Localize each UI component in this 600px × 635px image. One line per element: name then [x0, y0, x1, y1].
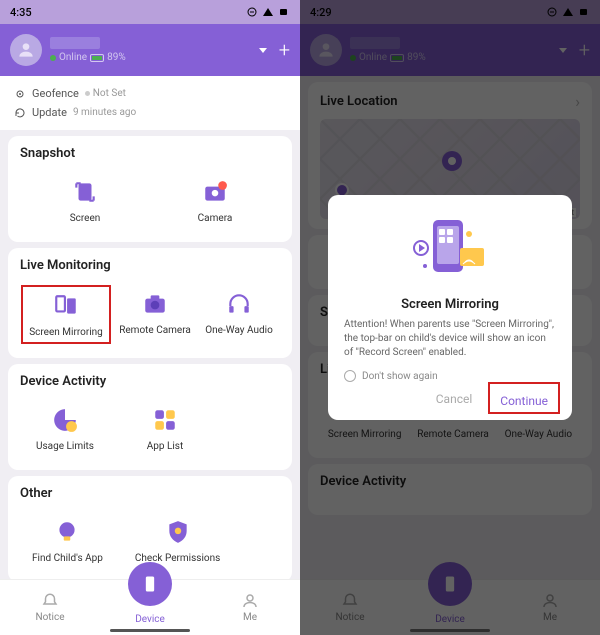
nav-notice-label: Notice	[35, 612, 64, 623]
app-list-label: App List	[147, 441, 183, 452]
nav-me-label: Me	[243, 612, 257, 623]
child-name-placeholder	[50, 37, 100, 49]
activity-title: Device Activity	[20, 374, 280, 389]
geofence-row[interactable]: Geofence Not Set	[14, 84, 286, 103]
app-list-icon	[150, 405, 180, 435]
dialog-actions: Cancel Continue	[344, 392, 556, 410]
live-monitoring-section: Live Monitoring Screen Mirroring Remote …	[8, 248, 292, 358]
geofence-value: Not Set	[85, 88, 126, 99]
header-info: Online 89%	[50, 37, 259, 63]
usage-limits-label: Usage Limits	[36, 441, 94, 452]
header-status: Online 89%	[50, 52, 259, 63]
remote-camera[interactable]: Remote Camera	[113, 285, 197, 344]
screen-mirroring-label: Screen Mirroring	[29, 327, 103, 338]
camera-icon	[200, 177, 230, 207]
live-title: Live Monitoring	[20, 258, 280, 273]
geofence-label: Geofence	[32, 87, 79, 100]
other-title: Other	[20, 486, 280, 501]
dialog-title: Screen Mirroring	[344, 297, 556, 312]
scroll-content[interactable]: Geofence Not Set Update 9 minutes ago Sn…	[0, 76, 300, 635]
nav-notice[interactable]: Notice	[0, 580, 100, 635]
dont-show-label: Don't show again	[362, 371, 438, 382]
snapshot-title: Snapshot	[20, 146, 280, 161]
check-permissions[interactable]: Check Permissions	[129, 513, 226, 568]
chevron-down-icon[interactable]	[259, 48, 267, 53]
shield-icon	[163, 517, 193, 547]
screen-mirroring-dialog: Screen Mirroring Attention! When parents…	[328, 195, 572, 420]
screen-mirroring[interactable]: Screen Mirroring	[21, 285, 111, 344]
snapshot-camera[interactable]: Camera	[180, 173, 250, 228]
dont-show-again[interactable]: Don't show again	[344, 370, 556, 382]
online-dot-icon	[50, 55, 56, 61]
status-bar: 4:35	[0, 0, 300, 24]
radio-icon	[344, 370, 356, 382]
nav-me[interactable]: Me	[200, 580, 300, 635]
update-row[interactable]: Update 9 minutes ago	[14, 103, 286, 122]
snapshot-camera-label: Camera	[198, 213, 233, 224]
headphone-icon	[224, 289, 254, 319]
device-activity-section: Device Activity Usage Limits App List	[8, 364, 292, 470]
remote-camera-label: Remote Camera	[119, 325, 191, 336]
snapshot-screen[interactable]: Screen	[50, 173, 120, 228]
device-status-section: Geofence Not Set Update 9 minutes ago	[0, 76, 300, 130]
battery-pct: 89%	[107, 52, 126, 63]
find-childs-app-label: Find Child's App	[32, 553, 103, 564]
dialog-body: Attention! When parents use "Screen Mirr…	[344, 318, 556, 360]
cancel-button[interactable]: Cancel	[436, 392, 473, 410]
bulb-icon	[52, 517, 82, 547]
online-text: Online	[59, 52, 87, 63]
avatar[interactable]	[10, 34, 42, 66]
snapshot-screen-label: Screen	[70, 213, 101, 224]
one-way-audio-label: One-Way Audio	[205, 325, 273, 336]
remote-camera-icon	[140, 289, 170, 319]
continue-highlight: Continue	[488, 382, 560, 414]
add-button[interactable]: +	[279, 38, 290, 62]
bottom-nav: Notice Device Me	[0, 579, 300, 635]
update-label: Update	[32, 106, 67, 119]
continue-button[interactable]: Continue	[494, 392, 554, 410]
one-way-audio[interactable]: One-Way Audio	[199, 285, 279, 344]
app-header: Online 89% +	[0, 24, 300, 76]
status-time: 4:35	[10, 6, 32, 19]
home-indicator	[110, 629, 190, 632]
status-right-icons	[246, 6, 290, 18]
nav-device-label: Device	[135, 614, 165, 625]
screen-mirroring-icon	[51, 291, 81, 321]
update-value: 9 minutes ago	[73, 107, 136, 118]
screen-icon	[70, 177, 100, 207]
nav-device[interactable]: Device	[100, 580, 200, 635]
header-actions: +	[259, 38, 290, 62]
usage-limits-icon	[50, 405, 80, 435]
device-fab-icon	[128, 562, 172, 606]
usage-limits[interactable]: Usage Limits	[30, 401, 100, 456]
battery-icon	[90, 54, 104, 62]
dialog-illustration	[344, 209, 556, 289]
app-list[interactable]: App List	[130, 401, 200, 456]
find-childs-app[interactable]: Find Child's App	[26, 513, 109, 568]
snapshot-section: Snapshot Screen Camera	[8, 136, 292, 242]
